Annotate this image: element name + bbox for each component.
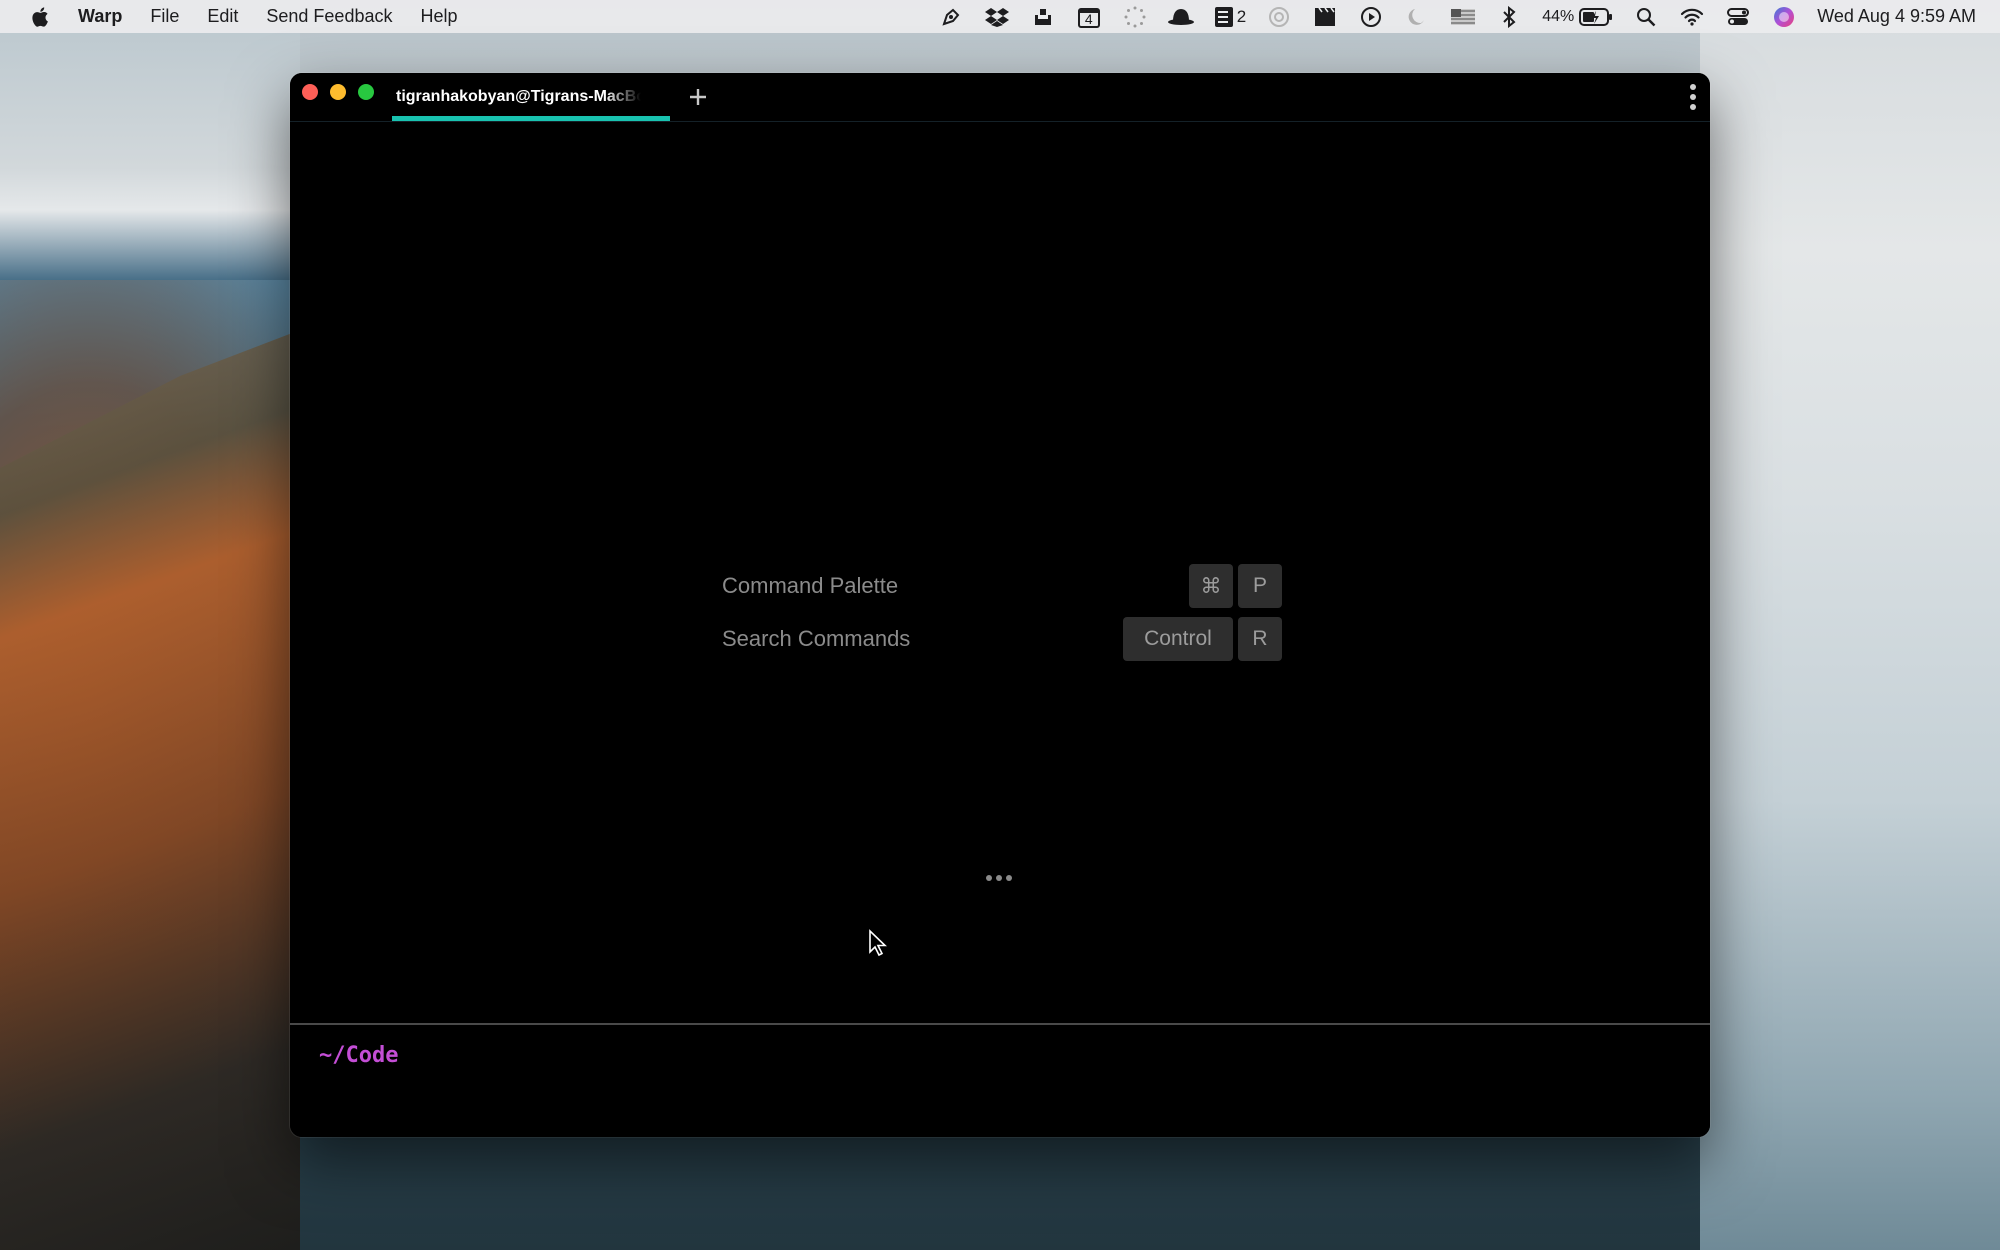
spotlight-search-icon[interactable]	[1623, 0, 1669, 33]
warp-window: tigranhakobyan@Tigrans-MacBook-Pro Comma…	[290, 73, 1710, 1137]
key-control: Control	[1123, 617, 1233, 661]
dropbox-icon[interactable]	[974, 0, 1020, 33]
shortcut-keys: Control R	[1123, 617, 1282, 661]
mouse-pointer-icon	[868, 929, 888, 962]
key-r: R	[1238, 617, 1282, 661]
apple-menu-icon[interactable]	[30, 6, 52, 28]
menu-file[interactable]: File	[150, 6, 179, 27]
tab-active-session[interactable]: tigranhakobyan@Tigrans-MacBook-Pro	[392, 73, 670, 121]
zoom-window-button[interactable]	[358, 84, 374, 100]
wallpaper-sea	[1700, 0, 2000, 1250]
play-circle-icon[interactable]	[1348, 0, 1394, 33]
menubar-clock[interactable]: Wed Aug 4 9:59 AM	[1817, 6, 1976, 27]
prompt-working-directory: ~/Code	[319, 1043, 399, 1068]
moon-icon[interactable]	[1394, 0, 1440, 33]
loading-indicator	[986, 875, 1012, 881]
new-tab-button[interactable]	[683, 82, 713, 112]
inbox-tray-icon[interactable]	[1020, 0, 1066, 33]
terminal-output-area: Command Palette ⌘ P Search Commands Cont…	[290, 122, 1710, 1097]
window-controls	[302, 84, 374, 100]
calendar-day: 4	[1084, 11, 1093, 27]
wallpaper-sky	[0, 0, 300, 280]
plus-icon	[690, 89, 706, 105]
key-command: ⌘	[1189, 564, 1233, 608]
shortcut-command-palette[interactable]: Command Palette ⌘ P	[722, 563, 1282, 609]
more-options-icon[interactable]	[1686, 81, 1700, 113]
shortcut-label: Search Commands	[722, 626, 911, 651]
window-titlebar: tigranhakobyan@Tigrans-MacBook-Pro	[290, 73, 1710, 122]
clapperboard-icon[interactable]	[1302, 0, 1348, 33]
pen-tool-icon[interactable]	[928, 0, 974, 33]
battery-icon	[1579, 7, 1613, 26]
tasks-count: 2	[1236, 6, 1247, 26]
battery-status[interactable]: 44%	[1532, 0, 1623, 33]
menu-app-warp[interactable]: Warp	[78, 6, 122, 27]
bowler-hat-icon[interactable]	[1158, 0, 1204, 33]
close-window-button[interactable]	[302, 84, 318, 100]
battery-percent: 44%	[1542, 7, 1575, 25]
command-input-area[interactable]: ~/Code	[290, 1023, 1710, 1137]
menu-help[interactable]: Help	[420, 6, 457, 27]
us-flag-icon[interactable]	[1440, 0, 1486, 33]
openai-icon[interactable]	[1256, 0, 1302, 33]
shortcut-label: Command Palette	[722, 573, 899, 598]
shortcut-search-commands[interactable]: Search Commands Control R	[722, 616, 1282, 662]
shortcut-keys: ⌘ P	[1189, 564, 1282, 608]
tab-title: tigranhakobyan@Tigrans-MacBook-Pro	[396, 88, 641, 105]
wallpaper-cliff	[0, 330, 300, 1250]
loading-spinner-icon[interactable]	[1112, 0, 1158, 33]
menu-send-feedback[interactable]: Send Feedback	[266, 6, 392, 27]
tasks-icon[interactable]: 2	[1204, 0, 1256, 33]
siri-icon[interactable]	[1761, 0, 1807, 33]
menu-bar: Warp File Edit Send Feedback Help 4 2 44…	[0, 0, 2000, 33]
wifi-icon[interactable]	[1669, 0, 1715, 33]
menu-edit[interactable]: Edit	[207, 6, 238, 27]
active-tab-indicator	[392, 116, 670, 121]
key-p: P	[1238, 564, 1282, 608]
calendar-icon[interactable]: 4	[1066, 0, 1112, 33]
control-center-icon[interactable]	[1715, 0, 1761, 33]
bluetooth-icon[interactable]	[1486, 0, 1532, 33]
minimize-window-button[interactable]	[330, 84, 346, 100]
